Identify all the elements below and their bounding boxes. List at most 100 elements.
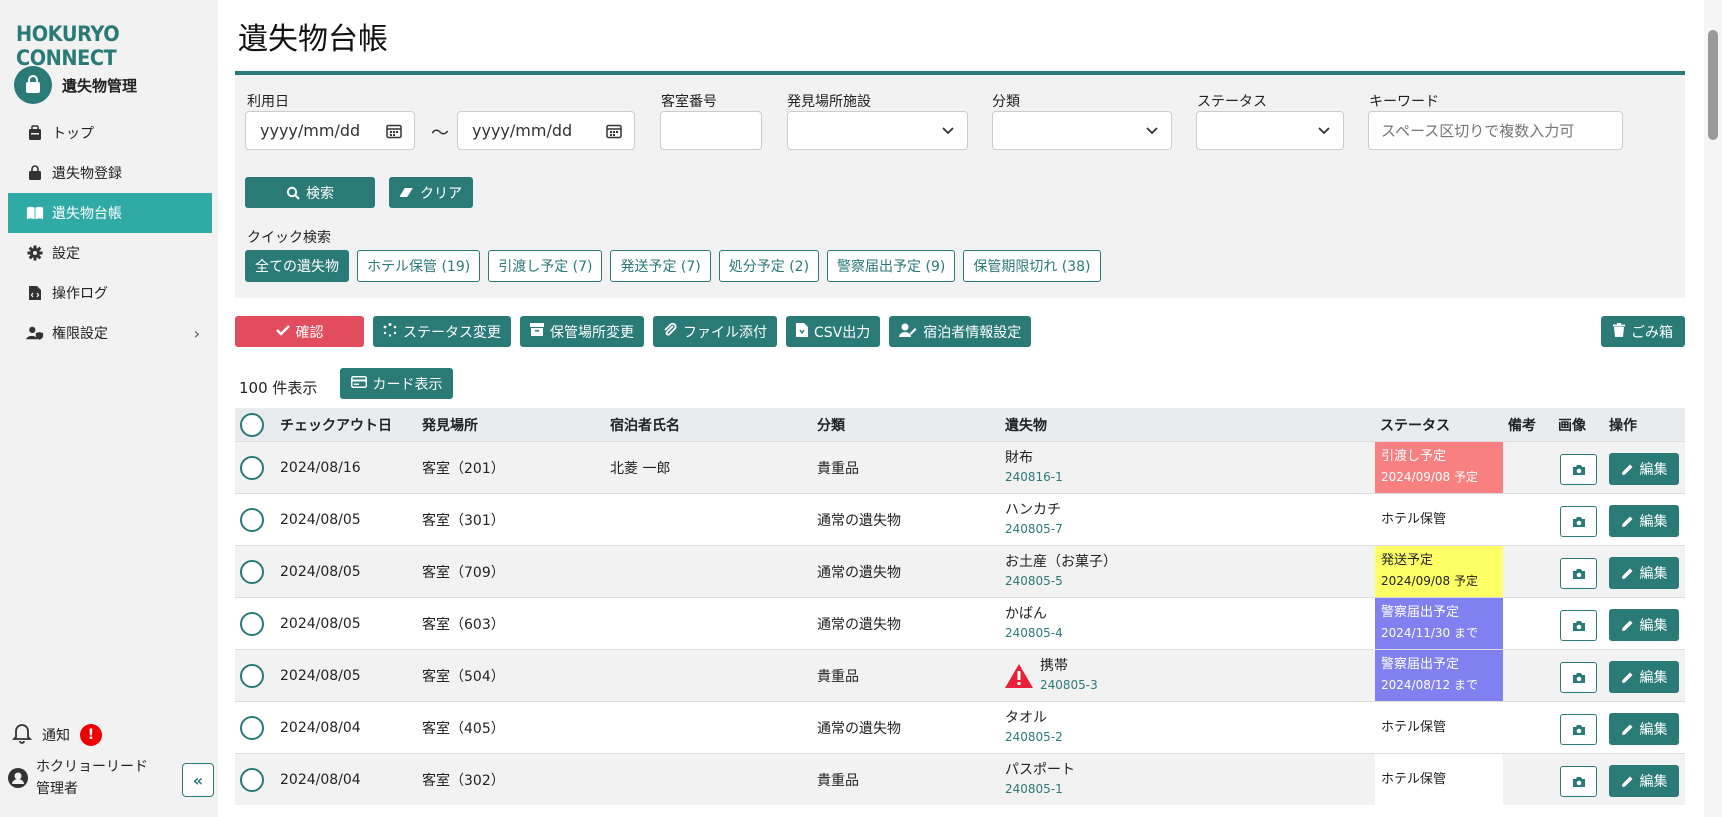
image-button[interactable]	[1560, 454, 1597, 485]
header-status[interactable]: ステータス	[1380, 408, 1450, 441]
image-button[interactable]	[1560, 506, 1597, 537]
sidebar-item-label: 遺失物台帳	[52, 206, 122, 222]
clear-button[interactable]: クリア	[389, 177, 473, 208]
status-date: 2024/09/08 予定	[1381, 574, 1478, 588]
trash-button[interactable]: ごみ箱	[1601, 316, 1685, 347]
file-attach-button[interactable]: ファイル添付	[653, 316, 777, 347]
check-icon	[275, 324, 290, 340]
sidebar-item-permissions[interactable]: 権限設定 ›	[8, 313, 212, 353]
sidebar-item-ledger[interactable]: 遺失物台帳	[8, 193, 212, 233]
image-button[interactable]	[1560, 662, 1597, 693]
edit-button[interactable]: 編集	[1609, 505, 1679, 537]
status-label: ステータス	[1197, 94, 1267, 110]
room-input[interactable]	[660, 111, 762, 150]
image-button[interactable]	[1560, 558, 1597, 589]
header-guest[interactable]: 宿泊者氏名	[610, 408, 680, 441]
quick-chip-police[interactable]: 警察届出予定 (9)	[827, 250, 956, 282]
quick-chip-expired[interactable]: 保管期限切れ (38)	[963, 250, 1101, 282]
lost-item[interactable]: お土産（お菓子） 240805-5	[1005, 546, 1117, 597]
status-badge: 発送予定 2024/09/08 予定	[1375, 546, 1503, 597]
sidebar-item-settings[interactable]: 設定	[8, 233, 212, 273]
sidebar-collapse-button[interactable]: «	[182, 763, 214, 797]
select-all-checkbox[interactable]	[240, 408, 264, 441]
row-checkbox[interactable]	[240, 598, 264, 649]
date-from-input[interactable]: yyyy/mm/dd	[245, 111, 415, 150]
card-view-button[interactable]: カード表示	[340, 368, 453, 399]
lost-item[interactable]: タオル 240805-2	[1005, 702, 1063, 753]
sidebar-item-label: トップ	[52, 126, 94, 142]
quick-chip-all[interactable]: 全ての遺失物	[245, 250, 349, 282]
row-checkbox[interactable]	[240, 494, 264, 545]
edit-button[interactable]: 編集	[1609, 713, 1679, 745]
edit-button[interactable]: 編集	[1609, 765, 1679, 797]
table-row[interactable]: 2024/08/04 客室（302） 貴重品 パスポート 240805-1 ホテル保管 編集	[235, 753, 1685, 805]
notification[interactable]: 通知 !	[11, 722, 102, 748]
table-row[interactable]: 2024/08/05 客室（603） 通常の遺失物 かばん 240805-4 警察届出予定…	[235, 597, 1685, 649]
status-change-button[interactable]: ステータス変更	[373, 316, 511, 347]
date-to-input[interactable]: yyyy/mm/dd	[457, 111, 635, 150]
table-row[interactable]: 2024/08/05 客室（504） 貴重品 携帯 240805-3 警察届出予定 2024…	[235, 649, 1685, 701]
item-id[interactable]: 240805-1	[1005, 780, 1063, 798]
search-button[interactable]: 検索	[245, 177, 375, 208]
page-scrollbar[interactable]	[1704, 0, 1722, 817]
facility-select[interactable]	[787, 111, 968, 150]
item-id[interactable]: 240816-1	[1005, 468, 1063, 486]
header-category[interactable]: 分類	[817, 408, 845, 441]
user-info[interactable]: ホクリョーリード 管理者	[8, 756, 148, 800]
image-button[interactable]	[1560, 766, 1597, 797]
lost-item[interactable]: パスポート 240805-1	[1005, 754, 1075, 805]
quick-chip-handover[interactable]: 引渡し予定 (7)	[488, 250, 603, 282]
header-item[interactable]: 遺失物	[1005, 408, 1047, 441]
csv-export-button[interactable]: CSV出力	[786, 316, 881, 347]
row-checkbox[interactable]	[240, 650, 264, 701]
eraser-icon	[400, 187, 413, 197]
card-icon	[350, 375, 367, 392]
edit-button[interactable]: 編集	[1609, 609, 1679, 641]
row-checkbox[interactable]	[240, 702, 264, 753]
item-id[interactable]: 240805-7	[1005, 520, 1063, 538]
edit-button-label: 編集	[1639, 566, 1668, 582]
table-row[interactable]: 2024/08/16 客室（201） 北菱 一郎 貴重品 財布 240816-1 引渡し予定…	[235, 441, 1685, 493]
sidebar-item-top[interactable]: トップ	[8, 113, 212, 153]
storage-change-button[interactable]: 保管場所変更	[520, 316, 644, 347]
quick-chip-shipping[interactable]: 発送予定 (7)	[610, 250, 711, 282]
found-place: 客室（709）	[422, 564, 505, 581]
item-id[interactable]: 240805-3	[1040, 676, 1098, 694]
lost-item[interactable]: ハンカチ 240805-7	[1005, 494, 1063, 545]
item-id[interactable]: 240805-2	[1005, 728, 1063, 746]
lost-item[interactable]: 携帯 240805-3	[1040, 650, 1098, 701]
quick-chip-disposal[interactable]: 処分予定 (2)	[718, 250, 820, 282]
status-select[interactable]	[1196, 111, 1344, 150]
header-place[interactable]: 発見場所	[422, 408, 478, 441]
quick-chip-hotel-storage[interactable]: ホテル保管 (19)	[357, 250, 481, 282]
confirm-button-label: 確認	[295, 324, 324, 341]
confirm-button[interactable]: 確認	[235, 316, 364, 347]
date-label: 利用日	[247, 94, 289, 110]
lost-item[interactable]: かばん 240805-4	[1005, 598, 1063, 649]
item-id[interactable]: 240805-5	[1005, 572, 1063, 590]
header-checkout[interactable]: チェックアウト日	[280, 408, 392, 441]
row-checkbox[interactable]	[240, 754, 264, 805]
edit-button[interactable]: 編集	[1609, 557, 1679, 589]
table-row[interactable]: 2024/08/05 客室（301） 通常の遺失物 ハンカチ 240805-7 ホテル保管…	[235, 493, 1685, 545]
image-button[interactable]	[1560, 610, 1597, 641]
keyword-input[interactable]	[1368, 111, 1623, 150]
edit-button[interactable]: 編集	[1609, 453, 1679, 485]
category-select[interactable]	[992, 111, 1172, 150]
status-text: ホテル保管	[1381, 720, 1447, 735]
image-button[interactable]	[1560, 714, 1597, 745]
category: 通常の遺失物	[817, 616, 901, 633]
sidebar-item-register[interactable]: 遺失物登録	[8, 153, 212, 193]
quick-search-label: クイック検索	[247, 230, 331, 246]
item-id[interactable]: 240805-4	[1005, 624, 1063, 642]
guest-info-button[interactable]: 宿泊者情報設定	[889, 316, 1032, 347]
row-checkbox[interactable]	[240, 442, 264, 493]
sidebar-item-log[interactable]: 操作ログ	[8, 273, 212, 313]
row-checkbox[interactable]	[240, 546, 264, 597]
table-row[interactable]: 2024/08/05 客室（709） 通常の遺失物 お土産（お菓子） 240805-5 発…	[235, 545, 1685, 597]
scrollbar-thumb[interactable]	[1708, 30, 1718, 140]
lost-item[interactable]: 財布 240816-1	[1005, 442, 1063, 493]
archive-icon	[530, 323, 544, 340]
edit-button[interactable]: 編集	[1609, 661, 1679, 693]
table-row[interactable]: 2024/08/04 客室（405） 通常の遺失物 タオル 240805-2 ホテル保管 編…	[235, 701, 1685, 753]
